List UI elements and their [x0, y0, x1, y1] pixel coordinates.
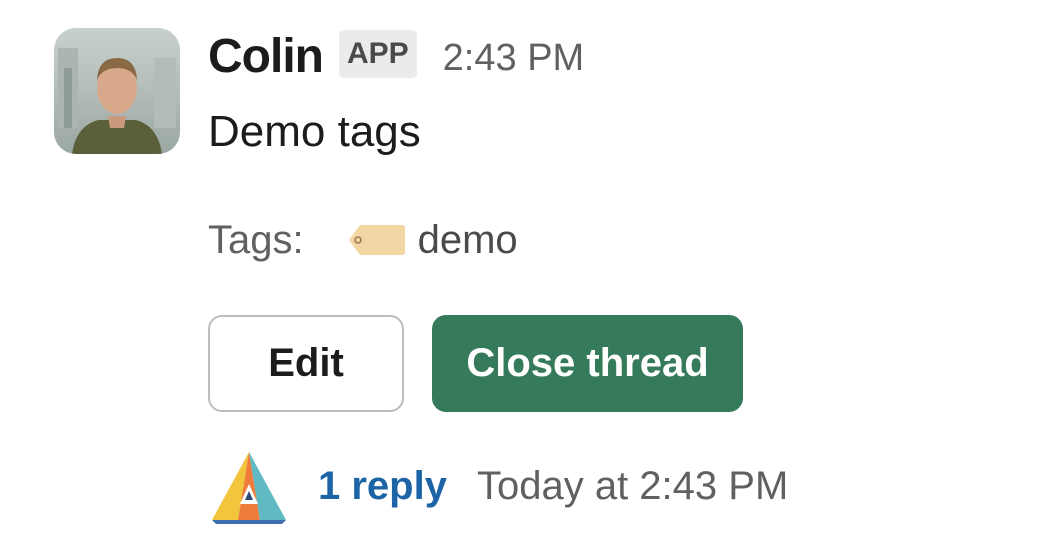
- thread-summary[interactable]: 1 reply Today at 2:43 PM: [208, 448, 788, 524]
- app-badge: APP: [338, 30, 417, 78]
- tags-label: Tags:: [208, 217, 304, 262]
- avatar-image: [54, 28, 180, 154]
- edit-button[interactable]: Edit: [208, 315, 404, 412]
- tag-icon: [348, 223, 406, 257]
- close-thread-button[interactable]: Close thread: [432, 315, 743, 412]
- message-header: Colin APP 2:43 PM: [208, 24, 584, 88]
- author-avatar[interactable]: [54, 28, 180, 154]
- message-timestamp[interactable]: 2:43 PM: [443, 37, 585, 80]
- reply-count-link[interactable]: 1 reply: [318, 464, 447, 509]
- tags-row: Tags: demo: [208, 212, 518, 268]
- author-name[interactable]: Colin: [208, 29, 324, 84]
- message-container: Colin APP 2:43 PM Demo tags Tags: demo E…: [0, 0, 1046, 558]
- tag-demo[interactable]: demo: [418, 218, 518, 263]
- app-logo-icon[interactable]: [208, 448, 290, 524]
- last-reply-time: Today at 2:43 PM: [476, 463, 789, 508]
- message-text: Demo tags: [208, 107, 421, 156]
